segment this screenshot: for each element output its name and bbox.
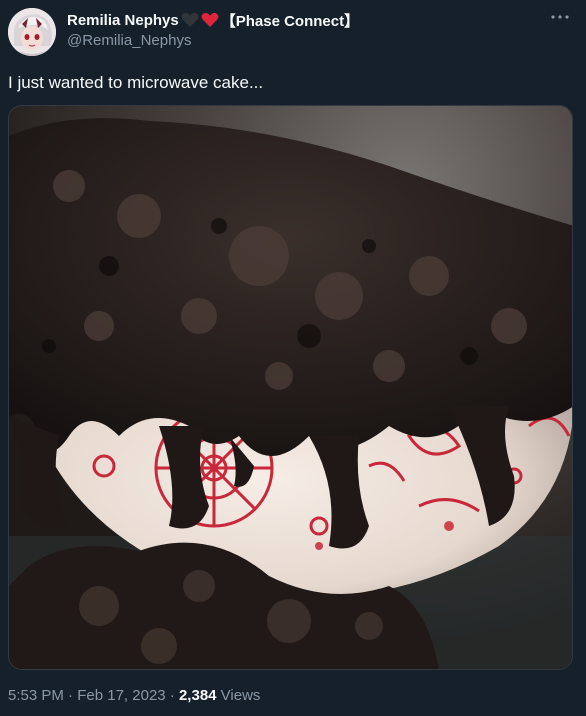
meta-separator: · <box>63 687 78 704</box>
tweet-header: Remilia Nephys 【Phase Connect】 @Remilia_… <box>8 8 578 58</box>
display-name-suffix[interactable]: 【Phase Connect】 <box>221 10 359 31</box>
tweet-text: I just wanted to microwave cake... <box>8 73 264 92</box>
display-name[interactable]: Remilia Nephys <box>67 12 179 29</box>
user-names: Remilia Nephys 【Phase Connect】 @Remilia_… <box>67 10 359 50</box>
views-count: 2,384 <box>178 687 217 704</box>
red-heart-icon <box>201 12 219 28</box>
more-options-icon[interactable] <box>548 10 572 30</box>
avatar[interactable] <box>8 8 56 56</box>
views-label: Views <box>216 687 261 704</box>
tweet: Remilia Nephys 【Phase Connect】 @Remilia_… <box>0 0 586 716</box>
user-handle[interactable]: @Remilia_Nephys <box>67 32 359 49</box>
black-heart-icon <box>181 12 199 28</box>
tweet-date[interactable]: Feb 17, 2023 <box>77 687 165 704</box>
meta-separator: · <box>165 687 179 704</box>
cake-photo <box>9 106 572 669</box>
tweet-meta: 5:53 PM · Feb 17, 2023 · 2,384 Views <box>8 687 260 704</box>
tweet-image[interactable] <box>8 105 573 670</box>
display-name-row[interactable]: Remilia Nephys 【Phase Connect】 <box>67 10 359 30</box>
tweet-time[interactable]: 5:53 PM <box>8 687 64 704</box>
